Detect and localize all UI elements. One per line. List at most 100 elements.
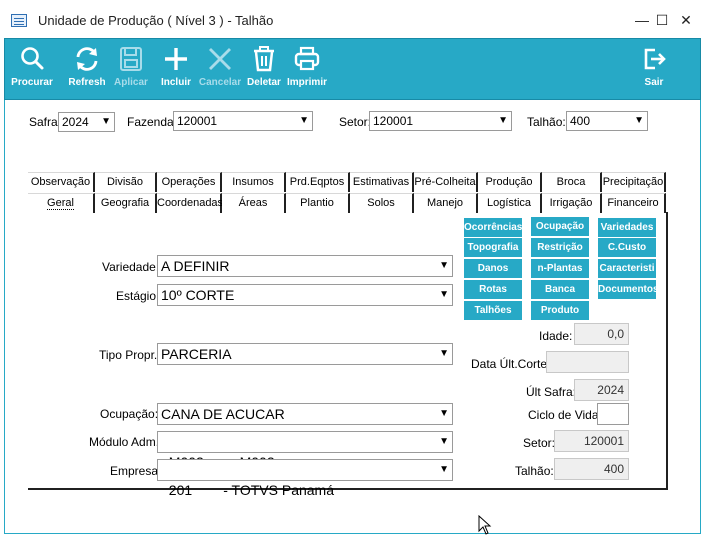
variedade-select[interactable]: A DEFINIR ▼	[157, 255, 453, 277]
tab-broca[interactable]: Broca	[542, 172, 602, 192]
tab-geral[interactable]: Geral	[28, 193, 95, 213]
talhao-label: Talhão:	[527, 115, 566, 129]
setor-value: 120001	[373, 114, 414, 128]
procurar-button[interactable]: Procurar	[6, 43, 58, 95]
window-title: Unidade de Produção ( Nível 3 ) - Talhão	[38, 13, 274, 28]
estagio-label: Estágio:	[116, 289, 160, 303]
fazenda-value: 120001	[177, 114, 218, 128]
talhao-ro-label: Talhão:	[515, 464, 554, 478]
chevron-down-icon: ▼	[299, 115, 309, 126]
empresa-select[interactable]: 201 - TOTVS Panamá ▼	[157, 459, 453, 498]
trash-icon	[254, 46, 274, 72]
ocupacao-value: CANA DE ACUCAR	[161, 406, 285, 422]
idade-field: 0,0	[574, 323, 629, 345]
setor-select[interactable]: 120001 ▼	[369, 111, 512, 131]
printer-icon	[294, 46, 320, 71]
empresa-label: Empresa:	[110, 464, 162, 478]
minimize-icon[interactable]: —	[632, 10, 652, 30]
estagio-value: 10º CORTE	[161, 287, 235, 303]
modulo-adm-select[interactable]: M002 - M002▼	[157, 431, 453, 470]
restricao-button[interactable]: Restrição	[531, 238, 589, 257]
tab-geografia[interactable]: Geografia	[95, 193, 157, 213]
ciclo-vida-label: Ciclo de Vida:	[528, 408, 602, 422]
tipo-propr-value: PARCERIA	[161, 346, 232, 362]
documentos-button[interactable]: Documentos	[598, 280, 656, 299]
title-bar: Unidade de Produção ( Nível 3 ) - Talhão…	[0, 0, 705, 40]
tab-manejo[interactable]: Manejo	[414, 193, 478, 213]
empresa-value: 201 - TOTVS Panamá	[168, 482, 335, 498]
tab-precipitacao[interactable]: Precipitação	[602, 172, 666, 192]
tipo-propr-select[interactable]: PARCERIA ▼	[157, 343, 453, 365]
fazenda-select[interactable]: 120001 ▼	[173, 111, 313, 131]
chevron-down-icon: ▼	[634, 115, 644, 126]
topografia-button[interactable]: Topografia	[464, 238, 522, 257]
safra-label: Safra:	[29, 115, 62, 129]
data-ult-corte-field	[546, 351, 629, 373]
tab-divisao[interactable]: Divisão	[95, 172, 157, 192]
safra-select[interactable]: 2024 ▼	[58, 112, 115, 132]
tab-insumos[interactable]: Insumos	[222, 172, 286, 192]
exit-icon	[644, 48, 666, 70]
talhao-ro-field: 400	[554, 458, 629, 480]
talhao-select[interactable]: 400 ▼	[566, 111, 648, 131]
chevron-down-icon: ▼	[439, 260, 449, 271]
tipo-propr-label: Tipo Propr.:	[99, 348, 161, 362]
tab-operacoes[interactable]: Operações	[157, 172, 222, 192]
chevron-down-icon: ▼	[439, 289, 449, 300]
setor-ro-label: Setor:	[523, 436, 556, 450]
tab-logistica[interactable]: Logística	[478, 193, 542, 213]
tab-solos[interactable]: Solos	[350, 193, 414, 213]
tab-areas[interactable]: Áreas	[222, 193, 286, 213]
chevron-down-icon: ▼	[439, 408, 449, 419]
variedade-label: Variedade:	[102, 260, 160, 274]
danos-button[interactable]: Danos	[464, 259, 522, 278]
search-icon	[21, 47, 44, 70]
tab-plantio[interactable]: Plantio	[286, 193, 350, 213]
modulo-adm-label: Módulo Adm.:	[89, 435, 163, 449]
tab-geral-label: Geral	[47, 197, 74, 210]
ocupacao-button[interactable]: Ocupação	[531, 217, 589, 236]
imprimir-button[interactable]: Imprimir	[281, 43, 333, 95]
mouse-cursor-icon	[478, 515, 492, 535]
idade-label: Idade:	[539, 329, 573, 343]
toolbar: Procurar Refresh Aplicar Incluir Cancela…	[4, 38, 701, 100]
caracteristicas-button[interactable]: Caracteristi	[598, 259, 656, 278]
n-plantas-button[interactable]: n-Plantas	[531, 259, 589, 278]
tab-observacao[interactable]: Observação	[28, 172, 95, 192]
talhoes-button[interactable]: Talhões	[464, 301, 522, 320]
variedades-button[interactable]: Variedades	[598, 218, 656, 237]
maximize-icon[interactable]: ☐	[652, 10, 672, 30]
chevron-down-icon: ▼	[439, 436, 449, 447]
chevron-down-icon: ▼	[101, 116, 111, 127]
produto-button[interactable]: Produto	[531, 301, 589, 320]
ult-safra-label: Últ Safra:	[526, 385, 577, 399]
talhao-value: 400	[570, 114, 591, 128]
sair-button[interactable]: Sair	[628, 43, 680, 95]
tab-estimativas[interactable]: Estimativas	[350, 172, 414, 192]
app-window-icon	[11, 14, 27, 27]
variedade-value: A DEFINIR	[161, 258, 230, 274]
rotas-button[interactable]: Rotas	[464, 280, 522, 299]
c-custo-button[interactable]: C.Custo	[598, 238, 656, 257]
setor-ro-field: 120001	[554, 430, 629, 452]
tab-financeiro[interactable]: Financeiro	[602, 193, 666, 213]
tab-irrigacao[interactable]: Irrigação	[542, 193, 602, 213]
tab-pre-colheita[interactable]: Pré-Colheita	[414, 172, 478, 192]
chevron-down-icon: ▼	[498, 115, 508, 126]
tab-producao[interactable]: Produção	[478, 172, 542, 192]
cancel-icon	[209, 48, 231, 70]
tab-coordenadas[interactable]: Coordenadas	[157, 193, 223, 213]
refresh-icon	[76, 47, 98, 71]
close-icon[interactable]: ✕	[676, 10, 696, 30]
fazenda-label: Fazenda:	[127, 115, 178, 129]
ocorrencias-button[interactable]: Ocorrências	[464, 218, 522, 237]
chevron-down-icon: ▼	[439, 348, 449, 359]
ciclo-vida-field[interactable]	[597, 403, 629, 425]
tab-prd-eqptos[interactable]: Prd.Eqptos	[286, 172, 350, 192]
estagio-select[interactable]: 10º CORTE ▼	[157, 284, 453, 306]
save-icon	[120, 47, 142, 71]
data-ult-corte-label: Data Últ.Corte:	[471, 357, 551, 371]
banca-button[interactable]: Banca	[531, 280, 589, 299]
ocupacao-label: Ocupação:	[100, 407, 159, 421]
ocupacao-select[interactable]: CANA DE ACUCAR ▼	[157, 403, 453, 425]
